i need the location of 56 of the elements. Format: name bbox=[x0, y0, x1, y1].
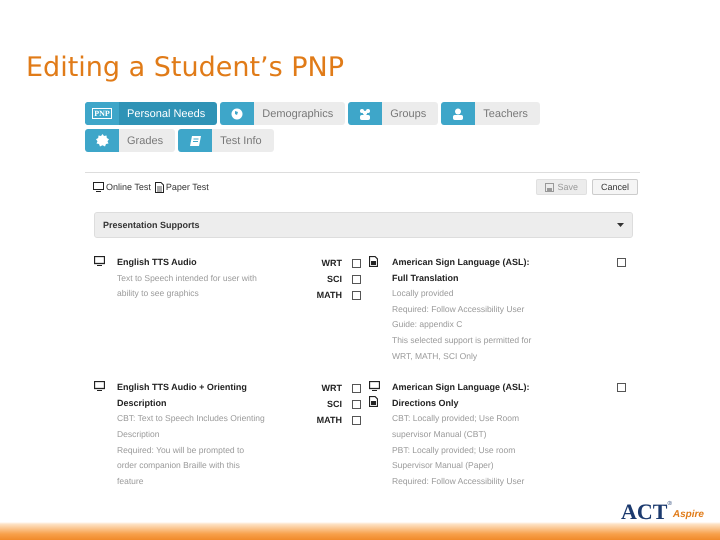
tab[interactable]: Test Info bbox=[178, 129, 274, 152]
support-description: Required: Follow Accessibility User bbox=[392, 302, 526, 316]
support-description: order companion Braille with this bbox=[117, 459, 241, 472]
group-icon bbox=[358, 108, 372, 120]
slide-title: Editing a Student’s PNP bbox=[26, 51, 344, 85]
cancel-button[interactable]: Cancel bbox=[592, 179, 638, 195]
subject-label: MATH bbox=[316, 415, 342, 426]
checkbox[interactable] bbox=[352, 258, 361, 268]
book-icon bbox=[188, 134, 202, 146]
subject-label: WRT bbox=[322, 383, 342, 394]
support-description: PBT: Locally provided; Use room bbox=[392, 444, 516, 457]
support-description: Required: Follow Accessibility User bbox=[392, 474, 526, 488]
support-description: feature bbox=[117, 474, 144, 488]
pnp-icon: PNP bbox=[92, 108, 112, 119]
subject-label: SCI bbox=[326, 399, 342, 410]
support-description: Required: You will be prompted to bbox=[117, 444, 246, 457]
support-description: Description bbox=[117, 428, 161, 441]
support-description: This selected support is permitted for bbox=[392, 334, 532, 347]
legend-label: Online Test bbox=[106, 182, 151, 192]
caret-icon bbox=[617, 223, 624, 227]
checkbox[interactable] bbox=[352, 400, 361, 409]
support-description: CBT: Locally provided; Use Room bbox=[392, 412, 520, 426]
checkbox[interactable] bbox=[617, 258, 626, 267]
support-title: American Sign Language (ASL): Full Translation bbox=[392, 256, 531, 285]
tab[interactable]: Grades bbox=[85, 129, 176, 152]
support-description: Locally provided bbox=[392, 287, 454, 300]
tab[interactable]: Groups bbox=[348, 102, 438, 125]
support-description: Text to Speech intended for user with bbox=[117, 272, 258, 285]
monitor-icon bbox=[93, 182, 104, 192]
person-icon bbox=[452, 108, 464, 120]
checkbox[interactable] bbox=[352, 274, 361, 284]
subject-label: SCI bbox=[326, 274, 342, 284]
subject-label: WRT bbox=[322, 258, 342, 268]
support-description: supervisor Manual (CBT) bbox=[392, 428, 488, 441]
globe-icon bbox=[231, 108, 244, 120]
section-header[interactable]: Presentation Supports bbox=[94, 212, 633, 238]
legend-label: Paper Test bbox=[166, 182, 209, 192]
badge-icon bbox=[96, 134, 108, 147]
support-description: CBT: Text to Speech Includes Orienting bbox=[117, 412, 266, 426]
document-icon bbox=[154, 182, 164, 192]
support-title: English TTS Audio bbox=[117, 256, 198, 269]
save-icon bbox=[545, 182, 554, 192]
checkbox[interactable] bbox=[352, 384, 361, 393]
support-description: ability to see graphics bbox=[117, 287, 200, 300]
subject-label: MATH bbox=[316, 290, 342, 300]
support-description: Guide: appendix C bbox=[392, 318, 464, 332]
checkbox[interactable] bbox=[617, 383, 626, 392]
support-title: English TTS Audio + Orienting Description bbox=[117, 381, 248, 410]
support-description: WRT, MATH, SCI Only bbox=[392, 350, 478, 363]
support-description: Supervisor Manual (Paper) bbox=[392, 459, 495, 472]
checkbox[interactable] bbox=[352, 416, 361, 425]
support-title: American Sign Language (ASL): Directions Only bbox=[392, 381, 531, 410]
tab[interactable]: PNP Personal Needs bbox=[85, 102, 218, 125]
tab[interactable]: Teachers bbox=[441, 102, 540, 125]
checkbox[interactable] bbox=[352, 290, 361, 300]
tab[interactable]: Demographics bbox=[220, 102, 346, 125]
